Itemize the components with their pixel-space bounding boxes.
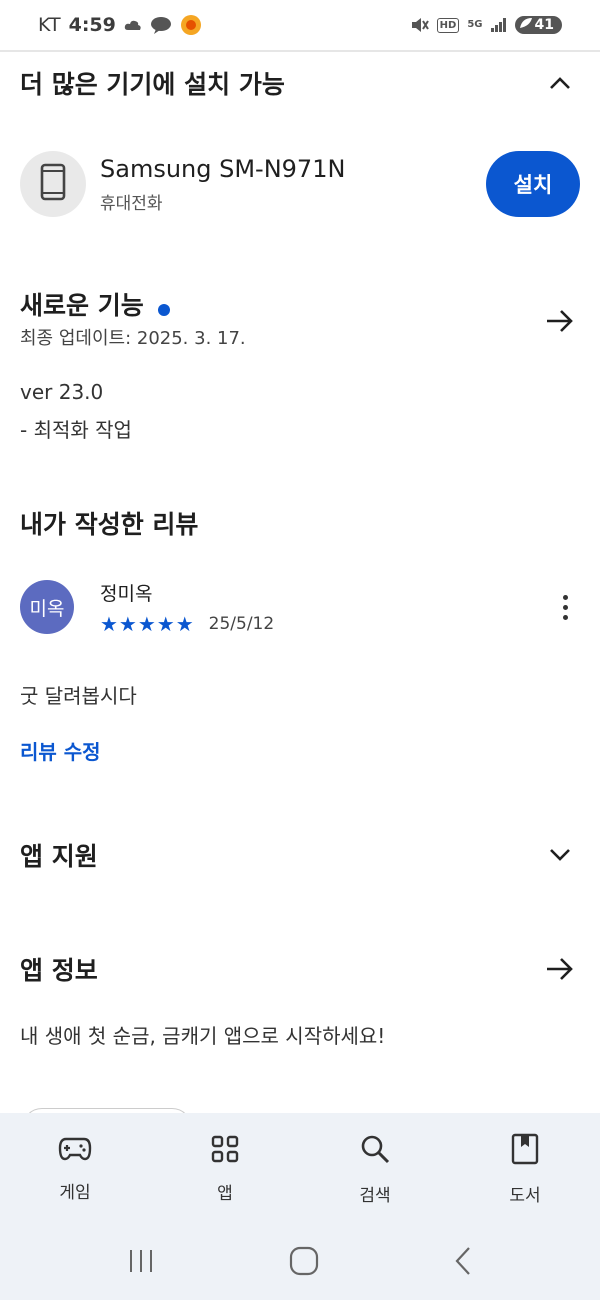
nav-label: 게임	[59, 1182, 91, 1203]
mute-icon	[411, 17, 429, 33]
avatar: 미옥	[20, 580, 74, 634]
app-info-title: 앱 정보	[20, 956, 98, 985]
device-avatar	[20, 151, 86, 217]
install-button[interactable]: 설치	[486, 151, 580, 217]
phone-icon	[40, 163, 66, 205]
install-section-header[interactable]: 더 많은 기기에 설치 가능	[20, 62, 580, 104]
nav-label: 도서	[509, 1185, 541, 1206]
hd-voice-icon: HD	[436, 17, 460, 33]
nav-label: 검색	[359, 1185, 391, 1206]
app-info-header[interactable]: 앱 정보	[20, 948, 580, 990]
status-right: HD 5G 41	[411, 16, 562, 34]
release-notes-line: ver 23.0	[20, 380, 104, 404]
install-section-title: 더 많은 기기에 설치 가능	[20, 70, 285, 99]
system-navigation	[0, 1225, 600, 1300]
last-updated: 최종 업데이트: 2025. 3. 17.	[20, 328, 246, 349]
whats-new-title-wrap: 새로운 기능	[20, 286, 170, 322]
nav-label: 앱	[217, 1183, 233, 1204]
nav-item-apps[interactable]: 앱	[150, 1113, 300, 1225]
battery-level: 41	[534, 17, 554, 33]
review-date: 25/5/12	[208, 613, 275, 634]
app-support-header[interactable]: 앱 지원	[20, 834, 580, 876]
carrier-label: KT	[38, 14, 61, 36]
status-bar: KT 4:59 HD 5G 41	[0, 0, 600, 52]
app-notification-icon	[180, 14, 202, 36]
bottom-navigation: 게임 앱 검색 도서	[0, 1113, 600, 1225]
nav-item-books[interactable]: 도서	[450, 1113, 600, 1225]
app-description: 내 생애 첫 순금, 금캐기 앱으로 시작하세요!	[20, 1024, 386, 1048]
battery-saver-icon	[519, 17, 533, 33]
book-icon	[511, 1133, 539, 1169]
new-indicator-dot	[157, 303, 170, 316]
my-review-header: 내가 작성한 리뷰	[20, 502, 580, 544]
chat-bubble-icon	[150, 16, 172, 34]
device-name: Samsung SM-N971N	[100, 154, 346, 183]
battery-indicator: 41	[514, 16, 562, 34]
cloud-icon	[124, 19, 142, 31]
whats-new-header[interactable]: 새로운 기능	[20, 282, 580, 332]
gamepad-icon	[58, 1136, 92, 1166]
chevron-down-icon[interactable]	[540, 835, 580, 875]
recent-apps-icon[interactable]	[127, 1248, 155, 1278]
chevron-up-icon[interactable]	[540, 63, 580, 103]
app-support-title: 앱 지원	[20, 842, 98, 871]
edit-review-link[interactable]: 리뷰 수정	[20, 736, 101, 765]
review-meta: 정미옥 ★★★★★ 25/5/12	[100, 579, 550, 636]
review-row: 미옥 정미옥 ★★★★★ 25/5/12	[20, 572, 580, 642]
whats-new-title: 새로운 기능	[20, 291, 144, 320]
status-left: KT 4:59	[38, 14, 202, 36]
reviewer-name: 정미옥	[100, 582, 153, 605]
my-review-title: 내가 작성한 리뷰	[20, 510, 199, 539]
more-options-icon[interactable]	[550, 587, 580, 627]
device-info: Samsung SM-N971N 휴대전화	[100, 155, 486, 214]
review-text: 굿 달려봅시다	[20, 684, 137, 708]
device-row: Samsung SM-N971N 휴대전화 설치	[20, 148, 580, 220]
arrow-right-icon[interactable]	[540, 301, 580, 341]
nav-item-games[interactable]: 게임	[0, 1113, 150, 1225]
network-type-label: 5G	[467, 19, 483, 30]
signal-icon	[490, 18, 507, 32]
release-notes-line: - 최적화 작업	[20, 418, 132, 442]
star-rating: ★★★★★	[100, 611, 195, 636]
back-icon[interactable]	[453, 1246, 473, 1280]
clock: 4:59	[68, 14, 116, 36]
device-type: 휴대전화	[100, 193, 163, 214]
arrow-right-icon[interactable]	[540, 949, 580, 989]
apps-grid-icon	[211, 1135, 239, 1167]
nav-item-search[interactable]: 검색	[300, 1113, 450, 1225]
search-icon	[359, 1133, 391, 1169]
home-icon[interactable]	[289, 1246, 319, 1280]
rating-line: ★★★★★ 25/5/12	[100, 612, 550, 636]
